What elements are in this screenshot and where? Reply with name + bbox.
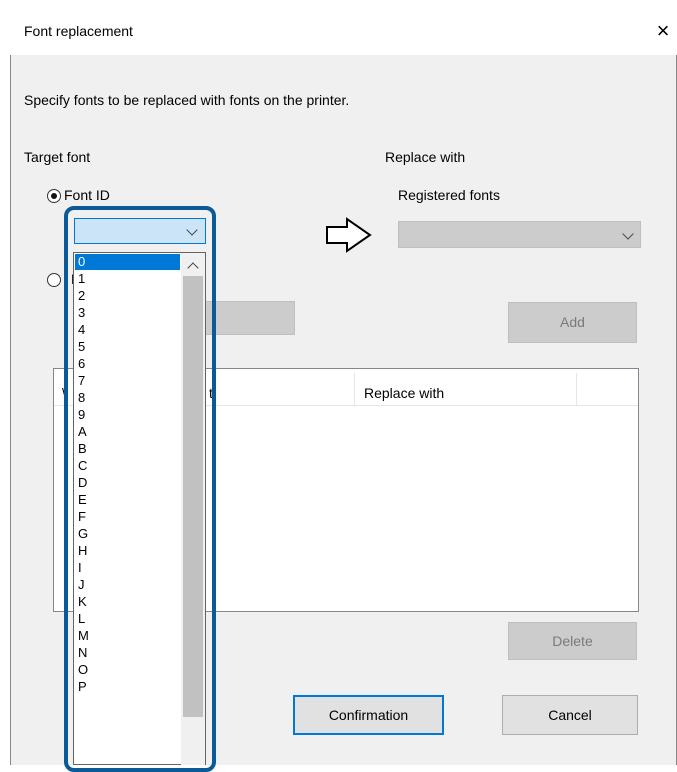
callout-highlight [64,206,216,772]
delete-button[interactable]: Delete [508,622,637,660]
column-divider [354,373,355,406]
target-font-label: Target font [24,149,91,165]
cancel-button[interactable]: Cancel [502,695,638,735]
font-name-radio[interactable] [47,273,61,287]
font-id-radio[interactable] [47,189,61,203]
add-button[interactable]: Add [508,302,637,343]
registered-fonts-label: Registered fonts [398,187,500,203]
instruction-text: Specify fonts to be replaced with fonts … [24,92,350,108]
column-replace-header[interactable]: Replace with [364,385,444,401]
arrow-right-icon [326,217,372,253]
dialog-title: Font replacement [24,23,133,39]
close-icon[interactable]: × [651,16,675,46]
confirmation-button[interactable]: Confirmation [293,695,444,735]
font-name-field[interactable] [204,301,295,335]
registered-fonts-combobox[interactable] [398,221,641,248]
chevron-down-icon [622,228,634,240]
column-divider [576,373,577,406]
replace-with-label: Replace with [385,149,466,165]
font-id-label[interactable]: Font ID [64,187,110,203]
